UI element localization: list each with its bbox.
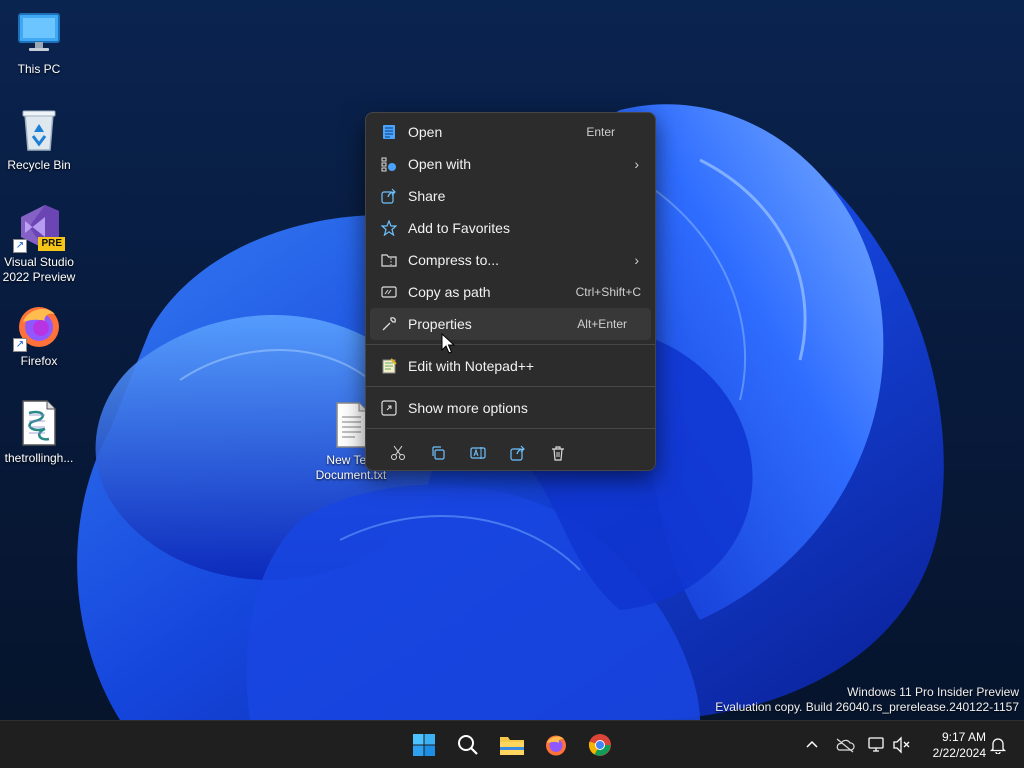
menu-item-shortcut: Ctrl+Shift+C (575, 285, 641, 299)
menu-item-edit-with-notepadpp[interactable]: Edit with Notepad++ (370, 349, 651, 382)
desktop-icon-label: thetrollingh... (4, 451, 74, 465)
menu-item-label: Open with (408, 156, 472, 172)
script-file-icon (15, 399, 63, 447)
firefox-taskbar-button[interactable] (536, 725, 576, 765)
menu-item-label: Properties (408, 316, 472, 332)
visual-studio-icon: PRE ↗ (13, 203, 65, 253)
star-icon (380, 219, 398, 237)
rename-button[interactable] (458, 437, 498, 469)
mouse-cursor-icon (441, 333, 455, 354)
desktop-icon-script-file[interactable]: thetrollingh... (1, 399, 77, 466)
shortcut-arrow-icon: ↗ (13, 239, 27, 253)
menu-item-label: Add to Favorites (408, 220, 510, 236)
show-more-icon (380, 399, 398, 417)
network-icon (868, 737, 884, 752)
menu-item-add-to-favorites[interactable]: Add to Favorites (370, 212, 651, 244)
copy-path-icon (380, 283, 398, 301)
file-explorer-icon (500, 737, 524, 755)
menu-item-shortcut: Enter (586, 125, 615, 139)
menu-item-open-with[interactable]: Open with › (370, 148, 651, 180)
shortcut-arrow-icon: ↗ (13, 338, 27, 352)
desktop-icon-firefox[interactable]: ↗ Firefox (1, 302, 77, 369)
desktop-icon-recycle-bin[interactable]: Recycle Bin (1, 106, 77, 173)
copy-icon (432, 446, 445, 460)
wrench-icon (380, 315, 398, 333)
desktop-icon-label: Recycle Bin (7, 158, 71, 172)
show-hidden-icons-button[interactable] (800, 733, 824, 757)
menu-item-show-more-options[interactable]: Show more options (370, 391, 651, 424)
start-button[interactable] (404, 725, 444, 765)
watermark-line1: Windows 11 Pro Insider Preview (847, 685, 1019, 699)
cut-icon (391, 445, 405, 460)
zip-folder-icon (380, 251, 398, 269)
menu-separator (366, 428, 655, 429)
menu-separator (366, 344, 655, 345)
menu-item-copy-as-path[interactable]: Copy as path Ctrl+Shift+C (370, 276, 651, 308)
menu-item-label: Share (408, 188, 446, 204)
share-icon (380, 187, 398, 205)
firefox-icon (546, 735, 566, 756)
delete-button[interactable] (538, 437, 578, 469)
open-with-icon (380, 155, 398, 173)
watermark-line2: Evaluation copy. Build 26040.rs_prerelea… (715, 700, 1019, 714)
file-explorer-button[interactable] (492, 725, 532, 765)
volume-control[interactable] (890, 733, 914, 757)
menu-item-shortcut: Alt+Enter (577, 317, 627, 331)
menu-item-label: Show more options (408, 399, 528, 416)
share-icon (510, 445, 525, 461)
preview-badge: PRE (38, 237, 65, 251)
cut-button[interactable] (378, 437, 418, 469)
menu-item-open[interactable]: Open Enter (370, 116, 651, 148)
evaluation-watermark: Windows 11 Pro Insider Preview Evaluatio… (715, 685, 1019, 715)
quick-actions-bar (366, 433, 655, 473)
notepadpp-icon (380, 357, 398, 375)
desktop-icon-label-line2: 2022 Preview (2, 270, 76, 284)
menu-item-share[interactable]: Share (370, 180, 651, 212)
copy-button[interactable] (418, 437, 458, 469)
recycle-bin-icon (15, 106, 63, 154)
firefox-icon: ↗ (13, 302, 63, 352)
chevron-up-icon (806, 740, 818, 748)
menu-item-label: Compress to... (408, 252, 500, 268)
chrome-taskbar-button[interactable] (580, 725, 620, 765)
notification-center-button[interactable] (986, 733, 1010, 757)
clock-date: 2/22/2024 (932, 746, 986, 760)
chevron-right-icon: › (634, 252, 639, 268)
menu-item-label: Open (408, 124, 443, 140)
notepad-icon (380, 123, 398, 141)
windows-start-icon (413, 734, 435, 756)
desktop-icon-visual-studio[interactable]: PRE ↗ Visual Studio 2022 Preview (1, 203, 77, 285)
clock-time: 9:17 AM (941, 730, 986, 744)
onedrive-status[interactable] (833, 733, 857, 757)
menu-item-properties[interactable]: Properties Alt+Enter (370, 308, 651, 340)
menu-item-compress-to[interactable]: Compress to... › (370, 244, 651, 276)
search-button[interactable] (448, 725, 488, 765)
delete-icon (552, 446, 564, 461)
share-button[interactable] (498, 437, 538, 469)
desktop-icon-label: This PC (17, 62, 61, 76)
chevron-right-icon: › (634, 156, 639, 172)
onedrive-offline-icon (836, 738, 855, 753)
taskbar-clock[interactable]: 9:17 AM 2/22/2024 (916, 729, 986, 761)
chrome-icon (588, 734, 611, 756)
desktop-icon-label: Firefox (20, 354, 58, 368)
menu-item-label: Edit with Notepad++ (408, 357, 535, 374)
search-icon (458, 735, 478, 755)
menu-separator (366, 386, 655, 387)
desktop-icon-label-line1: Visual Studio (4, 255, 74, 269)
taskbar: 9:17 AM 2/22/2024 (0, 720, 1024, 768)
context-menu: Open Enter Open with › Share Add to Favo… (365, 112, 656, 471)
rename-icon (470, 447, 486, 459)
notification-bell-icon (989, 738, 1007, 754)
desktop-icon-this-pc[interactable]: This PC (1, 10, 77, 77)
menu-item-label: Copy as path (408, 284, 491, 300)
network-status[interactable] (865, 733, 889, 757)
monitor-icon (15, 10, 63, 58)
volume-muted-icon (893, 736, 910, 754)
